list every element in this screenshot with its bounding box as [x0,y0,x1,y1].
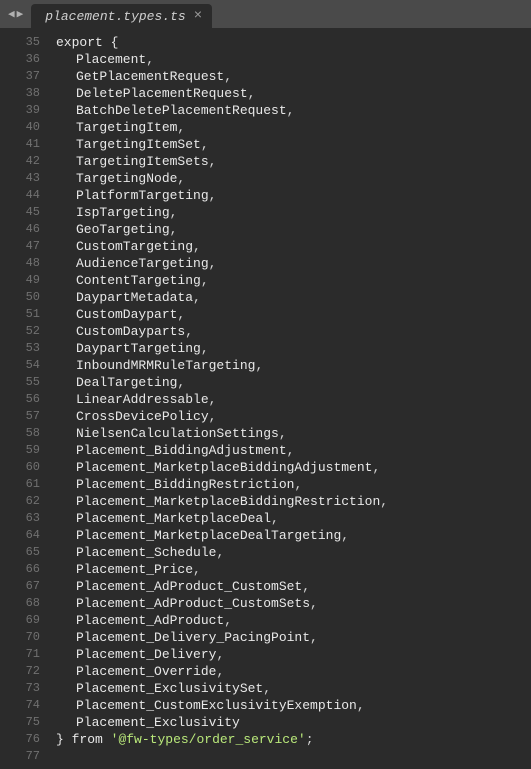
line-number: 45 [0,204,50,221]
code-line: GetPlacementRequest, [56,68,531,85]
code-line: DaypartTargeting, [56,340,531,357]
code-line: Placement_BiddingRestriction, [56,476,531,493]
code-line: Placement_Delivery, [56,646,531,663]
line-number: 54 [0,357,50,374]
line-number: 58 [0,425,50,442]
line-number: 43 [0,170,50,187]
code-line: Placement, [56,51,531,68]
line-number: 70 [0,629,50,646]
code-line: CustomDayparts, [56,323,531,340]
code-line: Placement_MarketplaceBiddingRestriction, [56,493,531,510]
line-number: 66 [0,561,50,578]
code-line: LinearAddressable, [56,391,531,408]
code-line: Placement_Delivery_PacingPoint, [56,629,531,646]
code-line: TargetingNode, [56,170,531,187]
code-line: DealTargeting, [56,374,531,391]
line-number: 77 [0,748,50,765]
line-number: 49 [0,272,50,289]
nav-arrows: ◀ ▶ [0,0,31,28]
line-number: 36 [0,51,50,68]
code-line: TargetingItemSets, [56,153,531,170]
line-number: 50 [0,289,50,306]
line-number: 63 [0,510,50,527]
titlebar: ◀ ▶ placement.types.ts × [0,0,531,28]
line-number: 76 [0,731,50,748]
code-line: PlatformTargeting, [56,187,531,204]
code-line: CrossDevicePolicy, [56,408,531,425]
line-number: 53 [0,340,50,357]
code-line: InboundMRMRuleTargeting, [56,357,531,374]
code-line: } from '@fw-types/order_service'; [56,731,531,748]
code-line: CustomDaypart, [56,306,531,323]
code-line: Placement_Exclusivity [56,714,531,731]
line-number: 40 [0,119,50,136]
line-number: 56 [0,391,50,408]
line-number: 74 [0,697,50,714]
line-number: 71 [0,646,50,663]
line-number: 64 [0,527,50,544]
line-number: 68 [0,595,50,612]
line-number: 72 [0,663,50,680]
code-line: ContentTargeting, [56,272,531,289]
line-number: 44 [0,187,50,204]
code-line [56,748,531,765]
code-line: Placement_AdProduct_CustomSet, [56,578,531,595]
line-number: 42 [0,153,50,170]
code-area[interactable]: export {Placement,GetPlacementRequest,De… [50,28,531,769]
code-line: Placement_CustomExclusivityExemption, [56,697,531,714]
code-line: NielsenCalculationSettings, [56,425,531,442]
code-line: Placement_AdProduct_CustomSets, [56,595,531,612]
code-line: export { [56,34,531,51]
line-number: 46 [0,221,50,238]
line-number: 35 [0,34,50,51]
code-line: IspTargeting, [56,204,531,221]
line-number: 37 [0,68,50,85]
code-line: CustomTargeting, [56,238,531,255]
line-number: 48 [0,255,50,272]
code-line: Placement_Override, [56,663,531,680]
code-line: Placement_MarketplaceBiddingAdjustment, [56,459,531,476]
line-number: 52 [0,323,50,340]
nav-back-icon[interactable]: ◀ [8,7,15,21]
code-line: Placement_Price, [56,561,531,578]
line-number: 57 [0,408,50,425]
editor: 3536373839404142434445464748495051525354… [0,28,531,769]
file-tab[interactable]: placement.types.ts × [31,4,212,28]
close-icon[interactable]: × [194,9,202,23]
line-number: 69 [0,612,50,629]
line-number: 47 [0,238,50,255]
code-line: TargetingItemSet, [56,136,531,153]
nav-forward-icon[interactable]: ▶ [17,7,24,21]
line-number: 75 [0,714,50,731]
code-line: TargetingItem, [56,119,531,136]
code-line: AudienceTargeting, [56,255,531,272]
line-number: 39 [0,102,50,119]
line-number: 65 [0,544,50,561]
code-line: Placement_MarketplaceDeal, [56,510,531,527]
line-number: 59 [0,442,50,459]
code-line: Placement_BiddingAdjustment, [56,442,531,459]
code-line: Placement_Schedule, [56,544,531,561]
code-line: GeoTargeting, [56,221,531,238]
line-number: 67 [0,578,50,595]
line-number: 62 [0,493,50,510]
line-number: 55 [0,374,50,391]
code-line: DeletePlacementRequest, [56,85,531,102]
line-number: 61 [0,476,50,493]
line-number: 73 [0,680,50,697]
code-line: Placement_ExclusivitySet, [56,680,531,697]
code-line: Placement_MarketplaceDealTargeting, [56,527,531,544]
tab-filename: placement.types.ts [45,9,185,24]
line-number-gutter: 3536373839404142434445464748495051525354… [0,28,50,769]
line-number: 38 [0,85,50,102]
code-line: BatchDeletePlacementRequest, [56,102,531,119]
line-number: 41 [0,136,50,153]
line-number: 60 [0,459,50,476]
code-line: Placement_AdProduct, [56,612,531,629]
code-line: DaypartMetadata, [56,289,531,306]
line-number: 51 [0,306,50,323]
